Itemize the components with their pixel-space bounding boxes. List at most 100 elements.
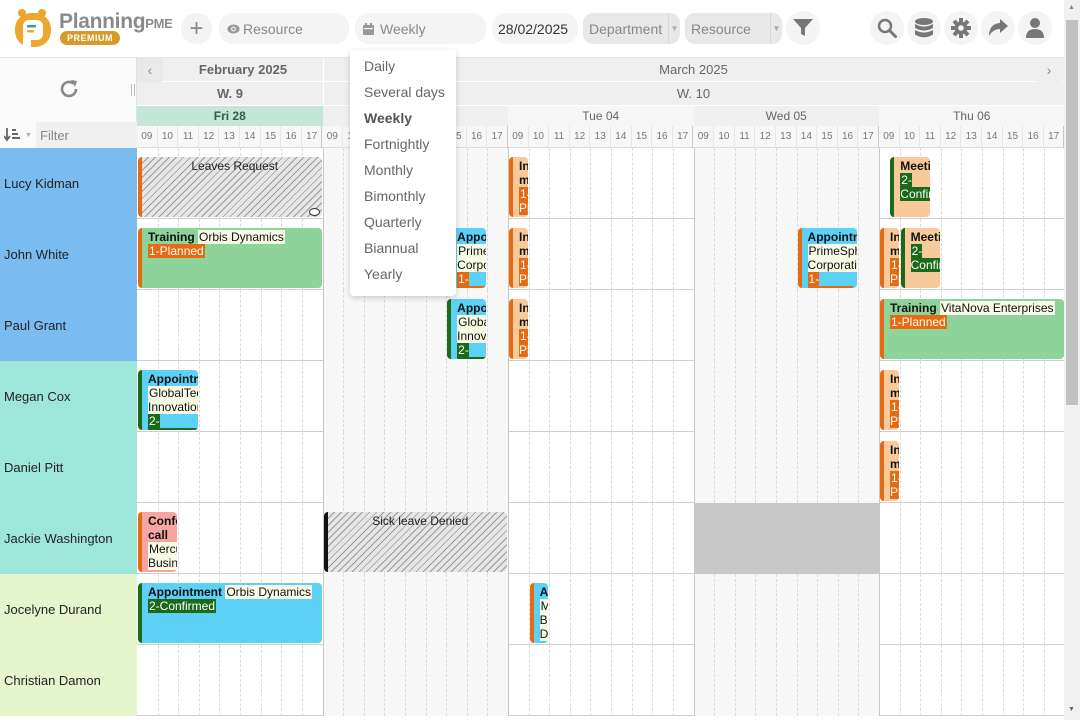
resource-name[interactable]: Jackie Washington bbox=[0, 503, 137, 574]
event-block[interactable]: Int me1-Planned bbox=[509, 299, 528, 359]
period-option[interactable]: Weekly bbox=[364, 105, 412, 131]
hour-header: 10 bbox=[900, 126, 921, 148]
event-block[interactable]: Appointment Mercury Business Development bbox=[529, 583, 549, 643]
resource-name[interactable]: Megan Cox bbox=[0, 361, 137, 432]
hour-gridline bbox=[1043, 503, 1045, 574]
day-gridline bbox=[508, 645, 509, 716]
scroll-up-icon[interactable]: ▲ bbox=[1068, 4, 1075, 11]
hour-header: 14 bbox=[240, 126, 261, 148]
day-header[interactable]: Fri 28 bbox=[137, 106, 323, 126]
hour-gridline bbox=[301, 645, 303, 716]
sort-button[interactable]: ▼ bbox=[0, 122, 36, 148]
panel-resize-handle[interactable] bbox=[131, 84, 135, 96]
resource-name[interactable]: Daniel Pitt bbox=[0, 432, 137, 503]
hour-gridline bbox=[487, 361, 489, 432]
resource-name[interactable]: Christian Damon bbox=[0, 645, 137, 716]
chevron-down-icon[interactable]: ▼ bbox=[668, 13, 680, 44]
next-period-button[interactable]: › bbox=[1036, 58, 1062, 82]
weekday-shade bbox=[322, 432, 508, 503]
resource-view-input[interactable]: Resource bbox=[219, 13, 349, 44]
month-label: February 2025 bbox=[198, 62, 288, 77]
period-option[interactable]: Fortnightly bbox=[364, 131, 429, 157]
resource-cells[interactable]: Conference call Mercury Business Sick lea… bbox=[137, 503, 1064, 574]
hour-gridline bbox=[775, 361, 777, 432]
weekday-shade bbox=[693, 645, 879, 716]
database-button[interactable] bbox=[907, 11, 941, 45]
hour-gridline bbox=[631, 432, 633, 503]
previous-period-button[interactable]: ‹ bbox=[137, 58, 163, 82]
hour-gridline bbox=[301, 432, 303, 503]
event-block[interactable]: Int me1-Planned bbox=[880, 441, 899, 501]
resource-cells[interactable]: Int me1-Planned bbox=[137, 432, 1064, 503]
scroll-down-icon[interactable]: ▼ bbox=[1068, 706, 1075, 713]
hour-gridline bbox=[198, 432, 200, 503]
event-block[interactable]: Appointment GlobalTech Innovations2-Conf… bbox=[447, 299, 487, 359]
hour-gridline bbox=[775, 219, 777, 290]
event-block[interactable]: Appointment GlobalTech Innovations2-Conf… bbox=[138, 370, 198, 430]
resource-name[interactable]: Paul Grant bbox=[0, 290, 137, 361]
user-profile-button[interactable] bbox=[1018, 11, 1052, 45]
event-block[interactable]: Int me1-Planned bbox=[509, 228, 528, 288]
hour-gridline bbox=[714, 148, 716, 219]
resource-select[interactable]: Resource ▼ bbox=[685, 13, 782, 44]
hour-header: 15 bbox=[261, 126, 282, 148]
event-block[interactable]: Meeting2-Confirmed bbox=[900, 228, 940, 288]
day-header[interactable]: Tue 04 bbox=[508, 106, 694, 126]
hour-header: 14 bbox=[797, 126, 818, 148]
hour-gridline bbox=[404, 645, 406, 716]
day-header[interactable]: Thu 06 bbox=[879, 106, 1065, 126]
event-block[interactable]: Training VitaNova Enterprises 1-Planned bbox=[880, 299, 1064, 359]
comment-icon[interactable] bbox=[308, 208, 320, 216]
filter-input[interactable]: Filter bbox=[36, 122, 137, 148]
period-option[interactable]: Daily bbox=[364, 53, 395, 79]
day-gridline bbox=[693, 574, 695, 645]
hour-gridline bbox=[755, 148, 757, 219]
resource-cells[interactable] bbox=[137, 645, 1064, 716]
event-block[interactable]: Training Orbis Dynamics 1-Planned bbox=[138, 228, 322, 288]
resource-cells[interactable]: Appointment GlobalTech Innovations2-Conf… bbox=[137, 361, 1064, 432]
event-status: 2-Confirmed bbox=[457, 343, 487, 359]
share-button[interactable] bbox=[981, 11, 1015, 45]
resource-cells[interactable]: Appointment Orbis Dynamics2-Confirmed App… bbox=[137, 574, 1064, 645]
day-header[interactable]: Wed 05 bbox=[693, 106, 879, 126]
event-type: Training bbox=[148, 230, 195, 244]
event-block[interactable]: Int me1-Planned bbox=[880, 370, 899, 430]
event-block[interactable]: Conference call Mercury Business bbox=[138, 512, 178, 572]
period-option[interactable]: Yearly bbox=[364, 261, 402, 287]
period-option[interactable]: Biannual bbox=[364, 235, 419, 261]
event-block[interactable]: Int me1-Planned bbox=[880, 228, 899, 288]
chevron-down-icon[interactable]: ▼ bbox=[770, 13, 782, 44]
event-client: Orbis Dynamics bbox=[198, 230, 285, 244]
event-type: Appointment bbox=[457, 301, 486, 315]
event-block[interactable]: Appointment PrimeSphere Corporation1-Pla… bbox=[797, 228, 858, 288]
search-button[interactable] bbox=[870, 11, 904, 45]
hour-gridline bbox=[982, 574, 984, 645]
period-select[interactable]: Weekly bbox=[355, 13, 486, 44]
hour-gridline bbox=[569, 219, 571, 290]
date-input[interactable]: 28/02/2025 bbox=[492, 13, 578, 44]
resource-name[interactable]: Lucy Kidman bbox=[0, 148, 137, 219]
event-block[interactable]: Leaves Request bbox=[138, 157, 322, 217]
period-option[interactable]: Several days bbox=[364, 79, 445, 105]
period-option[interactable]: Quarterly bbox=[364, 209, 422, 235]
event-block[interactable]: Int me1-Planned bbox=[509, 157, 528, 217]
event-block[interactable]: Meeting2-Confirmed bbox=[890, 157, 930, 217]
resource-name[interactable]: John White bbox=[0, 219, 137, 290]
resource-cells[interactable]: Leaves Request Int me1-Planned Meeting2-Co… bbox=[137, 148, 1064, 219]
period-option[interactable]: Bimonthly bbox=[364, 183, 425, 209]
filter-button[interactable] bbox=[786, 11, 820, 45]
scrollbar-thumb[interactable] bbox=[1066, 20, 1078, 405]
resource-name[interactable]: Jocelyne Durand bbox=[0, 574, 137, 645]
department-select[interactable]: Department ▼ bbox=[583, 13, 680, 44]
event-block[interactable]: Appointment Orbis Dynamics 2-Confirmed bbox=[138, 583, 322, 643]
add-button[interactable]: + bbox=[181, 13, 212, 44]
settings-button[interactable] bbox=[944, 11, 978, 45]
refresh-icon[interactable] bbox=[58, 78, 80, 100]
resource-cells[interactable]: Training Orbis Dynamics1-Planned Appointm… bbox=[137, 219, 1064, 290]
resource-cells[interactable]: Appointment GlobalTech Innovations2-Conf… bbox=[137, 290, 1064, 361]
period-option[interactable]: Monthly bbox=[364, 157, 413, 183]
hour-gridline bbox=[363, 645, 365, 716]
day-gridline bbox=[322, 574, 324, 645]
hour-gridline bbox=[363, 432, 365, 503]
event-block[interactable]: Sick leave Denied bbox=[323, 512, 507, 572]
